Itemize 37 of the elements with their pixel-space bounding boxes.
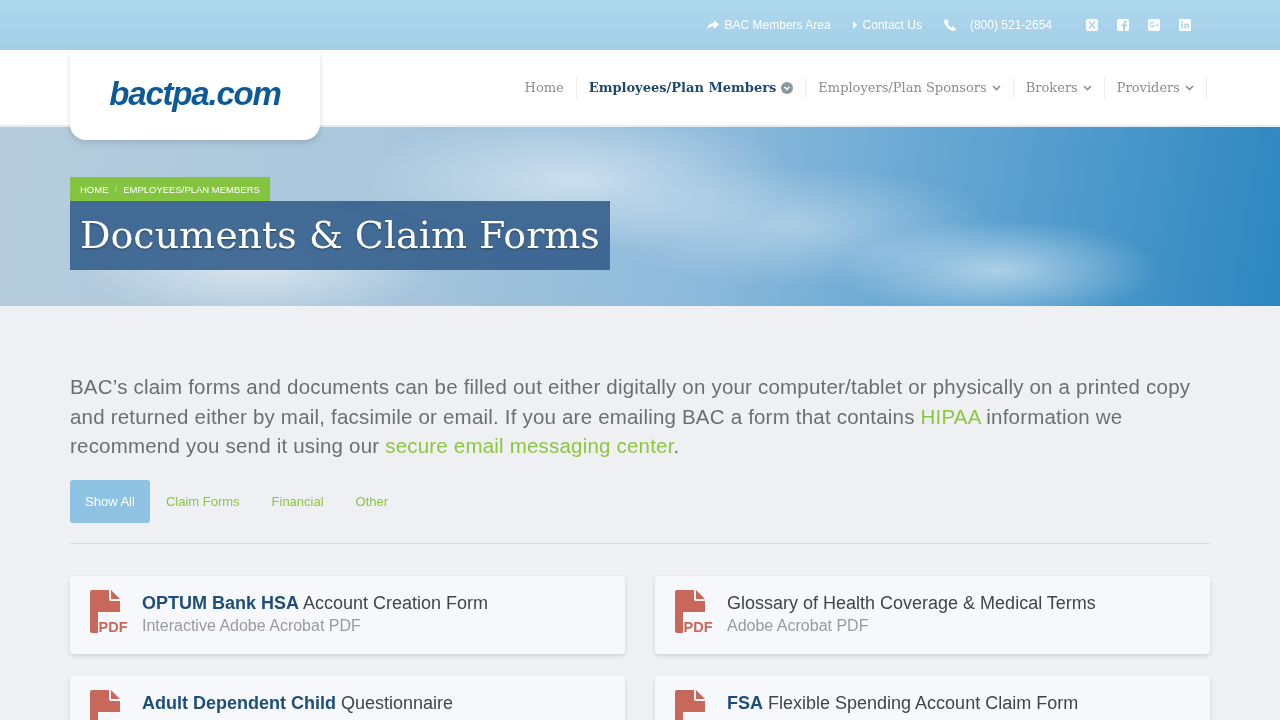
intro-paragraph: BAC’s claim forms and documents can be filled out either digitally on your computer/tablet or physically on a printed copy and returned either by mail, facsimile or email. If you are emailing BAC a form that contains HIPAA information we recommend you send it using our secure email messaging center. — [70, 374, 1192, 459]
google-plus-icon[interactable] — [1148, 19, 1160, 31]
document-title: Adult Dependent Child Questionnaire — [142, 691, 454, 714]
breadcrumb-link[interactable]: HOME — [80, 183, 109, 195]
site-logo[interactable]: bactpa.com — [109, 75, 281, 113]
members-area-link[interactable]: BAC Members Area — [706, 18, 831, 32]
document-card[interactable]: PDF Glossary of Health Coverage & Medical Terms Adobe Acrobat PDF — [655, 575, 1210, 654]
inline-link[interactable]: secure email messaging center — [385, 434, 674, 457]
page-title: Documents & Claim Forms — [70, 201, 610, 270]
document-card[interactable]: FSA Flexible Spending Account Claim Form — [655, 675, 1210, 720]
document-subtitle: Interactive Adobe Acrobat PDF — [142, 615, 362, 636]
nav-link[interactable]: Home — [524, 76, 577, 99]
breadcrumb-link[interactable]: EMPLOYEES/PLAN MEMBERS — [123, 183, 260, 195]
nav-link[interactable]: Brokers — [1013, 76, 1105, 99]
share-arrow-icon — [706, 20, 719, 30]
filter-tab[interactable]: Financial — [255, 479, 340, 523]
breadcrumb-separator: / — [114, 183, 118, 195]
inline-link[interactable]: HIPAA — [920, 404, 981, 428]
facebook-icon[interactable] — [1117, 19, 1129, 31]
nav-link[interactable]: Employees/Plan Members — [576, 76, 807, 99]
linkedin-icon[interactable] — [1179, 19, 1191, 31]
phone-link[interactable]: (800) 521-2654 — [943, 18, 1052, 32]
x-icon[interactable] — [1086, 19, 1098, 31]
nav-link[interactable]: Providers — [1104, 76, 1207, 99]
nav-link[interactable]: Employers/Plan Sponsors — [806, 76, 1014, 99]
document-card[interactable]: Adult Dependent Child Questionnaire — [70, 675, 625, 720]
document-title: FSA Flexible Spending Account Claim Form — [727, 691, 1079, 714]
document-title: OPTUM Bank HSA Account Creation Form — [142, 591, 489, 614]
filter-tab[interactable]: Claim Forms — [149, 479, 256, 523]
document-card[interactable]: PDF OPTUM Bank HSA Account Creation Form Interactive Adobe Acrobat PDF — [70, 575, 625, 654]
document-title: Glossary of Health Coverage & Medical Terms — [727, 591, 1096, 614]
filter-tab[interactable]: Show All — [70, 479, 150, 523]
document-subtitle: Adobe Acrobat PDF — [727, 615, 870, 636]
contact-link[interactable]: Contact Us — [852, 18, 922, 32]
phone-icon — [943, 19, 956, 31]
filter-tab[interactable]: Other — [339, 479, 405, 523]
caret-right-icon — [852, 21, 857, 29]
